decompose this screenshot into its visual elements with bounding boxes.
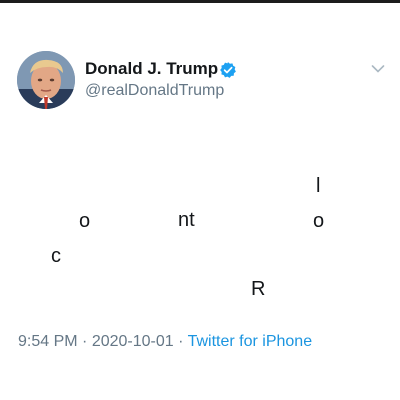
- meta-separator: ·: [173, 333, 188, 350]
- tweet-glyph: R: [251, 278, 266, 300]
- tweet-card: Donald J. Trump @realDonaldTrump l o nt …: [0, 0, 400, 400]
- tweet-date[interactable]: 2020-10-01: [92, 333, 174, 350]
- tweet-meta: 9:54 PM · 2020-10-01 · Twitter for iPhon…: [18, 333, 312, 351]
- tweet-glyph: nt: [178, 209, 195, 231]
- verified-badge-icon: [220, 62, 236, 78]
- top-border: [0, 0, 400, 3]
- tweet-glyph: o: [79, 210, 91, 232]
- display-name[interactable]: Donald J. Trump: [85, 59, 218, 79]
- tweet-source-link[interactable]: Twitter for iPhone: [188, 333, 313, 350]
- user-handle[interactable]: @realDonaldTrump: [85, 82, 224, 100]
- tweet-glyph: c: [51, 245, 61, 267]
- tweet-glyph: o: [313, 210, 325, 232]
- tweet-glyph: l: [316, 175, 321, 197]
- avatar-image: [17, 51, 75, 109]
- avatar[interactable]: [17, 51, 75, 109]
- chevron-down-icon[interactable]: [371, 64, 385, 74]
- tweet-time[interactable]: 9:54 PM: [18, 333, 78, 350]
- meta-separator: ·: [77, 333, 92, 350]
